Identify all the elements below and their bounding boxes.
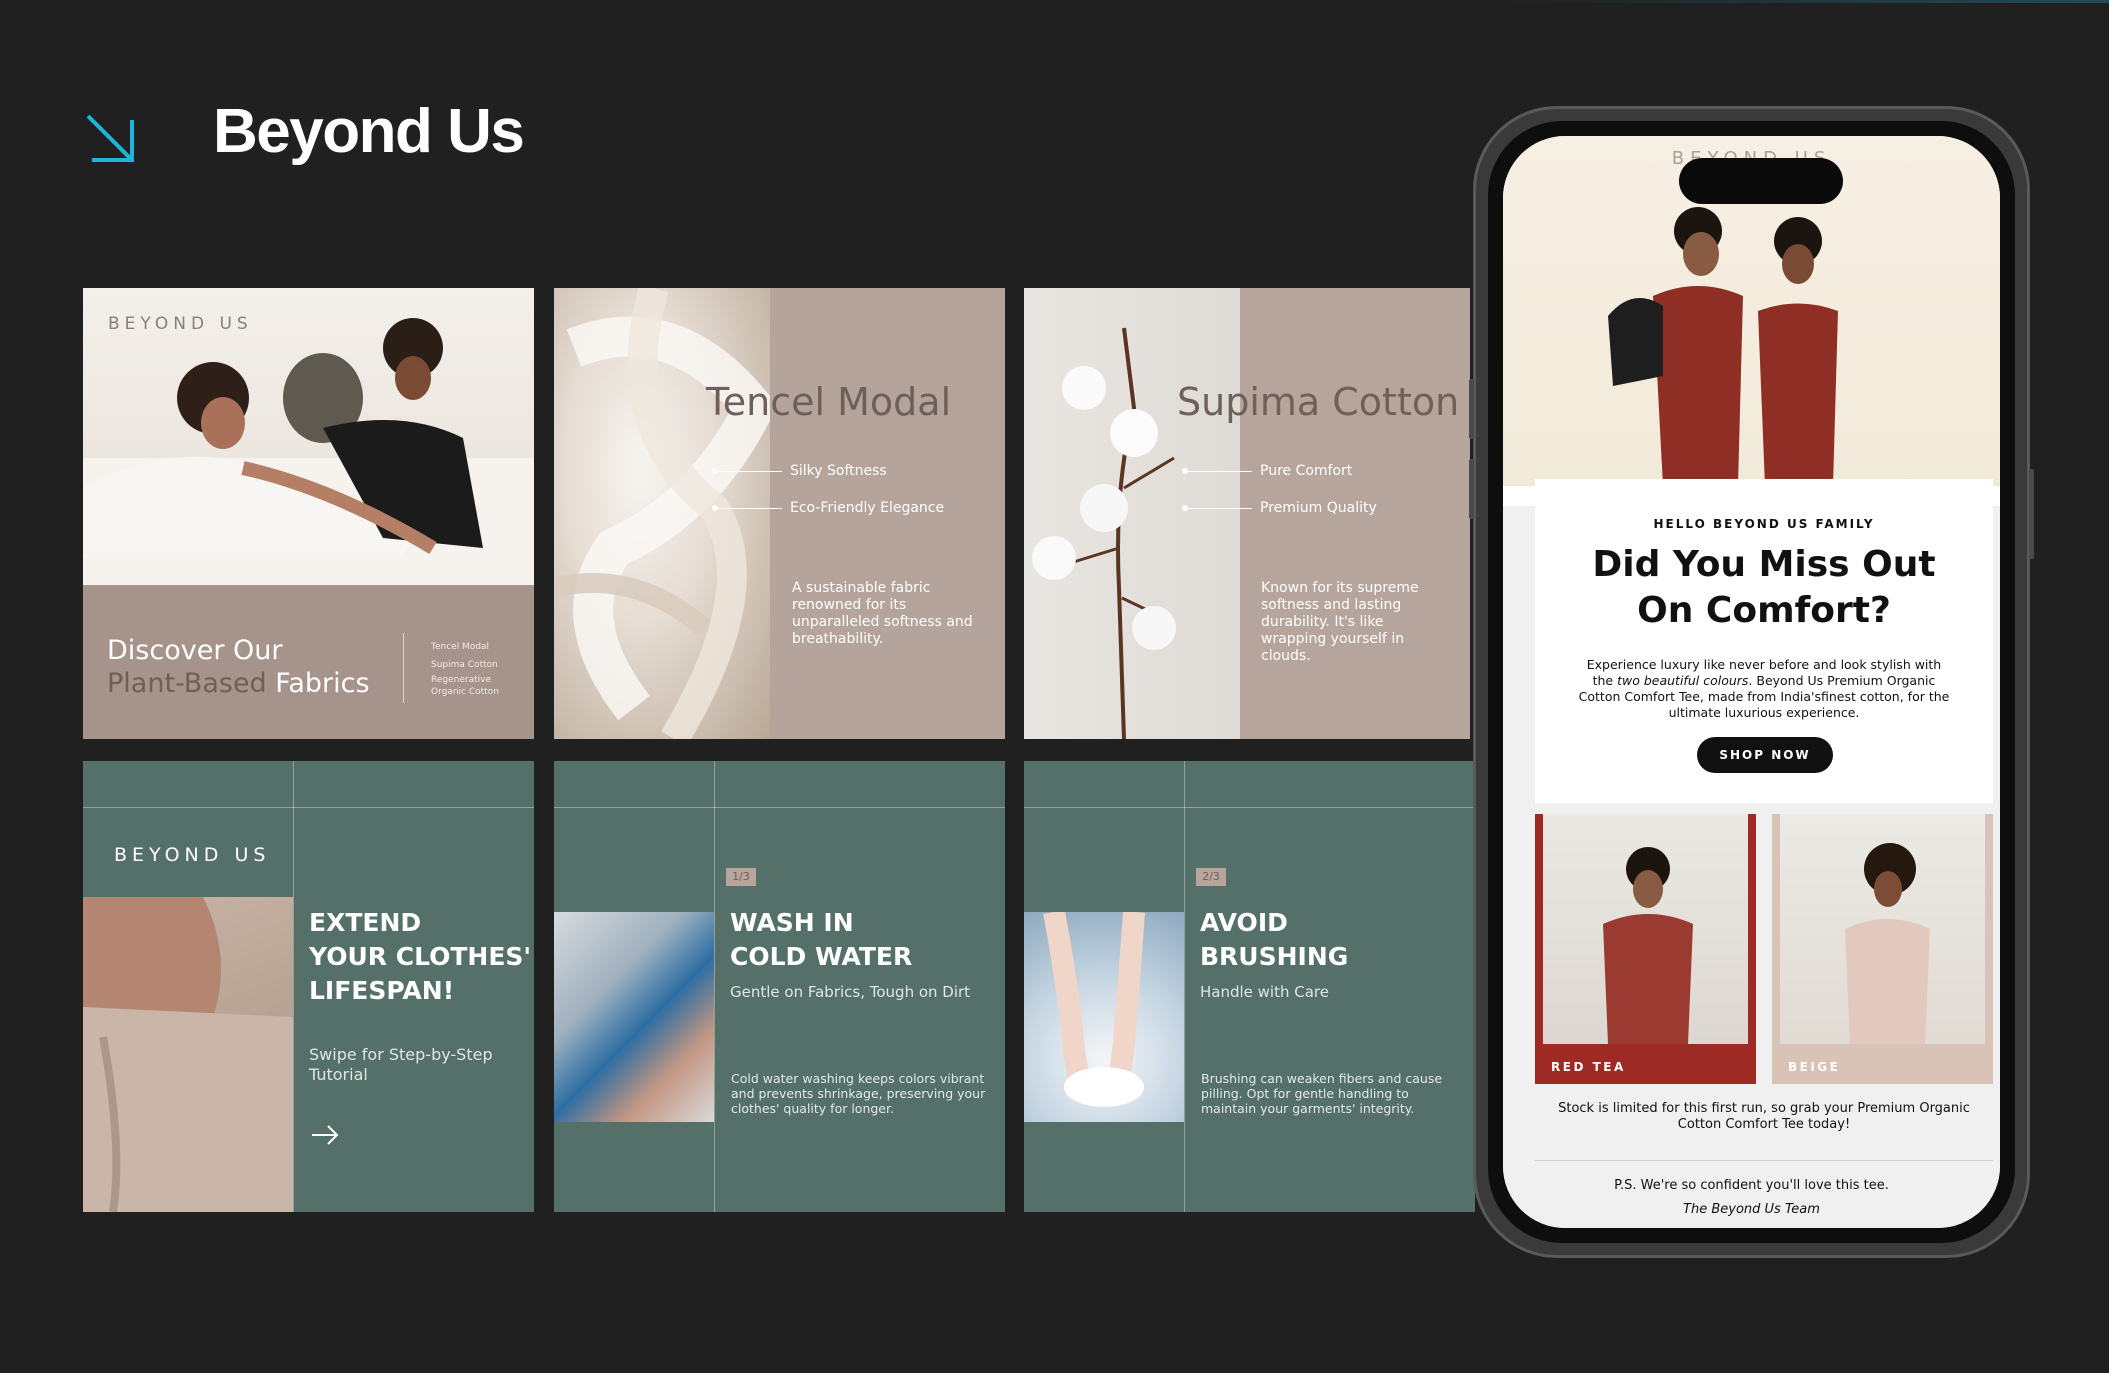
- tile-heading: Supima Cotton: [1177, 380, 1460, 424]
- bullet-line: [1188, 470, 1252, 472]
- fabric-list: Tencel Modal Supima Cotton Regenerative …: [431, 638, 499, 698]
- email-body: Experience luxury like never before and …: [1575, 657, 1953, 721]
- tile-tencel-modal[interactable]: Tencel Modal Silky Softness Eco-Friendly…: [554, 288, 1005, 739]
- headline-part: Discover Our: [107, 635, 283, 666]
- body-emphasis: two beautiful colours: [1617, 673, 1749, 688]
- beige-tee-model-photo: [1780, 814, 1985, 1044]
- brand-wordmark: BEYOND US: [108, 314, 253, 334]
- divider: [1535, 1160, 1993, 1161]
- top-accent-line: [1500, 0, 2109, 3]
- red-tee-model-photo: [1543, 814, 1748, 1044]
- fabric-list-item: Tencel Modal: [431, 642, 490, 652]
- email-card: HELLO BEYOND US FAMILY Did You Miss Out …: [1535, 479, 1993, 803]
- email-title-line: Did You Miss Out: [1592, 544, 1936, 585]
- feature-bullet: Premium Quality: [1182, 500, 1377, 516]
- grid-line: [83, 807, 534, 808]
- feature-bullet: Silky Softness: [712, 463, 887, 479]
- feature-bullet: Eco-Friendly Elegance: [712, 500, 944, 516]
- stock-notice: Stock is limited for this first run, so …: [1558, 1101, 1970, 1132]
- tile-headline: AVOID BRUSHING: [1200, 906, 1348, 974]
- step-badge: 1/3: [726, 868, 756, 886]
- beige-tee-photo: [83, 897, 293, 1212]
- tile-headline: EXTEND YOUR CLOTHES' LIFESPAN!: [309, 906, 531, 1008]
- email-title-line: On Comfort?: [1637, 590, 1891, 631]
- phone-side-button: [1469, 459, 1474, 519]
- ps-note: P.S. We're so confident you'll love this…: [1614, 1178, 1889, 1193]
- bullet-label: Premium Quality: [1260, 500, 1377, 516]
- tile-headline: Discover Our Plant-Based Fabrics: [107, 634, 370, 700]
- arrow-right-icon[interactable]: [310, 1120, 340, 1150]
- headline-line: BRUSHING: [1200, 942, 1349, 971]
- tile-heading: Tencel Modal: [706, 380, 952, 424]
- grid-line: [554, 807, 1005, 808]
- headline-line: LIFESPAN!: [309, 976, 455, 1005]
- fabric-list-item: Organic Cotton: [431, 687, 499, 697]
- fabric-list-item: Regenerative: [431, 675, 491, 685]
- tile-fine-print: Cold water washing keeps colors vibrant …: [731, 1071, 986, 1116]
- signature: The Beyond Us Team: [1683, 1202, 1820, 1217]
- step-badge: 2/3: [1196, 868, 1226, 886]
- shop-now-button[interactable]: SHOP NOW: [1697, 737, 1833, 773]
- fabric-list-item: Supima Cotton: [431, 660, 498, 670]
- headline-part: Fabrics: [275, 668, 370, 699]
- tile-wash-cold-water[interactable]: 1/3 WASH IN COLD WATER Gentle on Fabrics…: [554, 761, 1005, 1212]
- tile-description: A sustainable fabric renowned for its un…: [792, 580, 973, 647]
- phone-bezel: BEYOND US HELLO BEYOND US FAMILY Did You…: [1488, 121, 2015, 1243]
- headline-part-dark: Plant-Based: [107, 668, 267, 699]
- arrow-down-right-icon: [86, 114, 134, 162]
- phone-power-button: [2029, 469, 2034, 559]
- bullet-label: Pure Comfort: [1260, 463, 1353, 479]
- phone-side-button: [1469, 379, 1474, 439]
- washing-clothes-photo: [554, 912, 714, 1122]
- tile-subtitle: Swipe for Step-by-Step Tutorial: [309, 1045, 493, 1084]
- grid-line: [714, 761, 715, 1212]
- product-label: RED TEA: [1551, 1060, 1626, 1074]
- hands-washing-photo: [1024, 912, 1184, 1122]
- product-card-beige[interactable]: BEIGE: [1772, 814, 1993, 1084]
- grid-line: [293, 761, 294, 1212]
- tile-extend-lifespan[interactable]: BEYOND US EXTEND YOUR CLOTHES' LIFESPAN!…: [83, 761, 534, 1212]
- tile-subtitle: Handle with Care: [1200, 983, 1329, 1001]
- brand-wordmark: BEYOND US: [114, 844, 271, 866]
- tile-fine-print: Brushing can weaken fibers and cause pil…: [1201, 1071, 1443, 1116]
- email-title: Did You Miss Out On Comfort?: [1535, 542, 1993, 634]
- email-eyebrow: HELLO BEYOND US FAMILY: [1653, 517, 1875, 531]
- phone-mockup: BEYOND US HELLO BEYOND US FAMILY Did You…: [1469, 106, 2034, 1258]
- tile-supima-cotton[interactable]: Supima Cotton Pure Comfort Premium Quali…: [1024, 288, 1470, 739]
- bullet-label: Eco-Friendly Elegance: [790, 500, 945, 516]
- page-title: Beyond Us: [213, 97, 525, 166]
- email-screen[interactable]: BEYOND US HELLO BEYOND US FAMILY Did You…: [1503, 136, 2000, 1228]
- tile-discover-fabrics[interactable]: BEYOND US Discover Our Plant-Based Fabri…: [83, 288, 534, 739]
- dynamic-island: [1679, 158, 1843, 204]
- grid-line: [1184, 761, 1185, 1212]
- headline-line: AVOID: [1200, 908, 1288, 937]
- bullet-label: Silky Softness: [790, 463, 887, 479]
- tile-headline: WASH IN COLD WATER: [730, 906, 912, 974]
- tile-description: Known for its supreme softness and lasti…: [1261, 580, 1419, 664]
- headline-line: COLD WATER: [730, 942, 913, 971]
- tile-avoid-brushing[interactable]: 2/3 AVOID BRUSHING Handle with Care Brus…: [1024, 761, 1475, 1212]
- grid-line: [1024, 807, 1475, 808]
- product-label: BEIGE: [1788, 1060, 1841, 1074]
- headline-line: YOUR CLOTHES': [309, 942, 532, 971]
- feature-bullet: Pure Comfort: [1182, 463, 1352, 479]
- headline-line: WASH IN: [730, 908, 854, 937]
- headline-line: EXTEND: [309, 908, 422, 937]
- product-card-red-tea[interactable]: RED TEA: [1535, 814, 1756, 1084]
- divider: [403, 633, 404, 703]
- bullet-line: [1188, 507, 1252, 509]
- bullet-line: [718, 470, 782, 472]
- bullet-line: [718, 507, 782, 509]
- tile-subtitle: Gentle on Fabrics, Tough on Dirt: [730, 983, 971, 1001]
